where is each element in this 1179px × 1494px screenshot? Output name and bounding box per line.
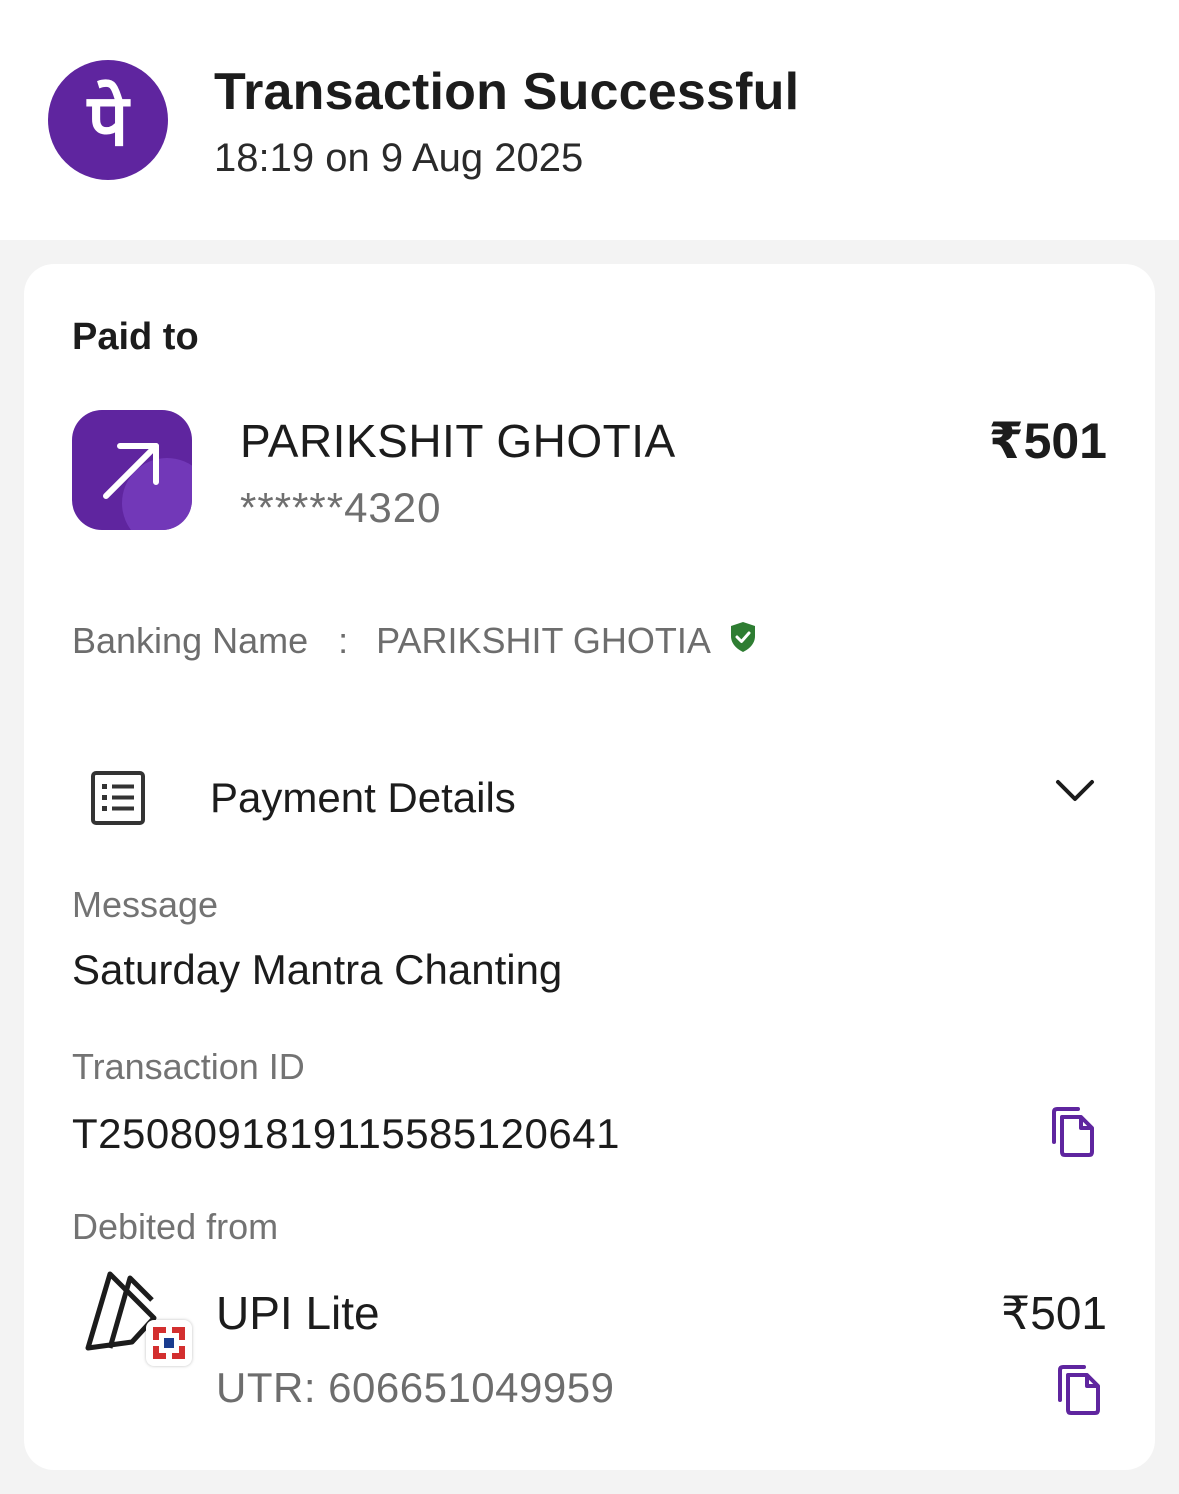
banking-name-row: Banking Name : PARIKSHIT GHOTIA [72,620,757,662]
transaction-id-value: T2508091819115585120641 [72,1110,620,1157]
transaction-details-card: Paid to PARIKSHIT GHOTIA ******4320 ₹501… [24,264,1155,1470]
debited-amount: ₹501 [1000,1287,1107,1339]
transaction-timestamp: 18:19 on 9 Aug 2025 [214,136,584,180]
payment-details-label: Payment Details [210,774,516,821]
payee-amount: ₹501 [988,413,1107,469]
hdfc-bank-icon [146,1320,192,1366]
arrow-up-right-icon [72,410,192,530]
message-value: Saturday Mantra Chanting [72,946,563,993]
payment-method-name: UPI Lite [216,1287,380,1339]
phonepe-logo: पे [48,60,168,180]
debited-from-label: Debited from [72,1206,279,1247]
message-label: Message [72,884,219,925]
banking-name-value: PARIKSHIT GHOTIA [376,620,711,661]
paid-to-label: Paid to [72,316,199,358]
banking-name-label: Banking Name [72,620,309,661]
banking-name-separator: : [338,620,349,661]
chevron-down-icon[interactable] [1055,778,1095,809]
payee-name: PARIKSHIT GHOTIA [240,415,676,467]
transaction-status-title: Transaction Successful [214,63,800,121]
receipt-list-icon [90,770,146,831]
copy-icon[interactable] [1050,1106,1096,1163]
utr-number: UTR: 606651049959 [216,1364,615,1411]
phonepe-logo-glyph: पे [87,78,129,162]
payment-details-toggle[interactable]: Payment Details [72,756,1107,836]
transaction-header: पे Transaction Successful 18:19 on 9 Aug… [0,0,1179,240]
payee-account-number: ******4320 [240,484,442,531]
verified-shield-icon [729,620,757,662]
copy-icon[interactable] [1056,1364,1102,1421]
transaction-id-label: Transaction ID [72,1046,305,1087]
